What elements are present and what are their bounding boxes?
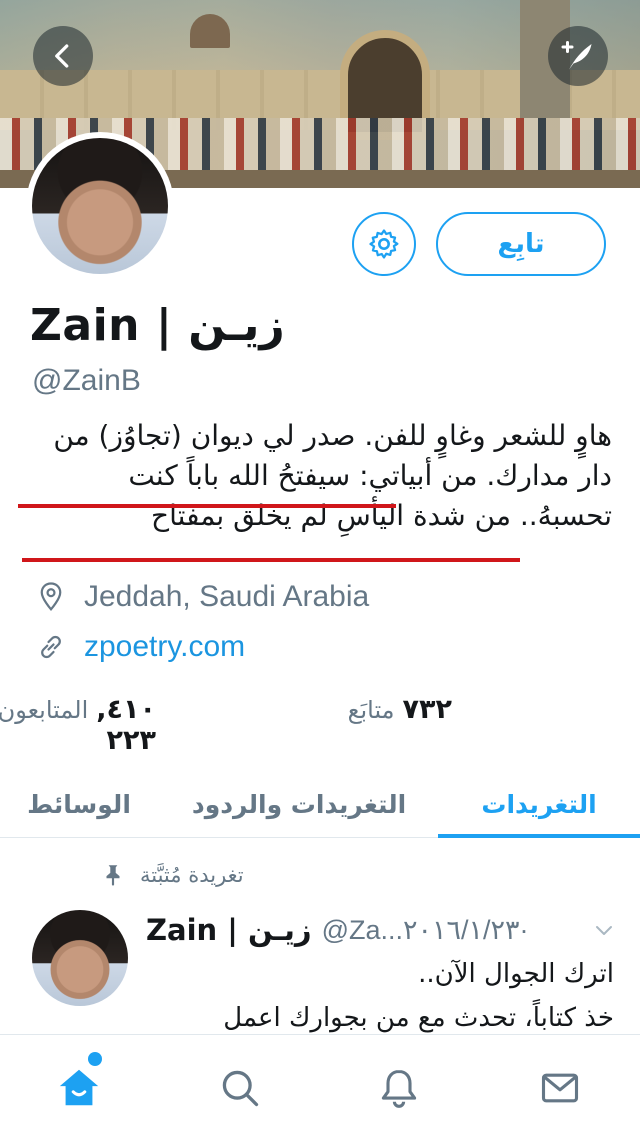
tab-media[interactable]: الوسائط [0, 770, 158, 838]
link-icon [34, 630, 68, 664]
chevron-down-icon[interactable] [592, 918, 616, 942]
location-pin-icon [34, 580, 68, 614]
search-icon [222, 1070, 259, 1107]
nav-search[interactable] [217, 1065, 263, 1111]
gear-icon [369, 229, 399, 259]
tweet-line: اترك الجوال الآن.. [418, 959, 614, 989]
bottom-navigation [0, 1034, 640, 1136]
tweet-author-name[interactable]: Zain | زيـن [146, 913, 312, 947]
pinned-indicator: تغريدة مُثبَّتة [100, 862, 244, 888]
tab-tweets[interactable]: التغريدات [438, 770, 640, 838]
compose-button[interactable] [548, 26, 608, 86]
avatar-image [32, 138, 168, 274]
tweet-header: Zain | زيـن @Za...٢٠١٦/١/٢٣· [146, 910, 616, 950]
followers-count[interactable]: ٤١٠, ٢٢٣ المتابعون [0, 694, 156, 756]
banner-dome [190, 14, 230, 48]
nav-home[interactable] [56, 1065, 102, 1111]
pin-icon [106, 865, 120, 886]
followers-label: المتابعون [0, 696, 89, 724]
bio-line: هاوٍ للشعر وغاوٍ للفن. صدر لي ديوان (تجا… [53, 419, 612, 452]
profile-counts: ٧٣٢ متابَع ٤١٠, ٢٢٣ المتابعون [0, 694, 640, 756]
active-tab-indicator [438, 834, 640, 838]
messages-icon [541, 1073, 579, 1103]
following-number: ٧٣٢ [402, 694, 452, 725]
red-underline-annotation [18, 504, 396, 508]
back-button[interactable] [33, 26, 93, 86]
profile-name: Zain | زيـن [30, 300, 285, 351]
notifications-icon [381, 1069, 417, 1108]
red-underline-annotation [22, 558, 520, 562]
nav-messages[interactable] [537, 1065, 583, 1111]
profile-handle: @ZainB [32, 364, 141, 397]
home-new-indicator [88, 1052, 102, 1066]
bio-line: دار مدارك. من أبياتي: سيفتحُ الله باباً … [128, 459, 612, 492]
bio-line: تحسبهُ.. من شدة اليأسِ لم يخلق بمفتاح [151, 499, 612, 532]
home-icon [59, 1069, 99, 1106]
follow-button[interactable]: تابِع [436, 212, 606, 276]
tweet-avatar-image [32, 910, 128, 1006]
settings-button[interactable] [352, 212, 416, 276]
following-label: متابَع [347, 696, 395, 724]
chevron-left-icon [55, 44, 69, 68]
following-count[interactable]: ٧٣٢ متابَع [348, 694, 452, 725]
tweet-text[interactable]: اترك الجوال الآن.. خذ كتاباً، تحدث مع من… [146, 952, 614, 1040]
profile-bio: هاوٍ للشعر وغاوٍ للفن. صدر لي ديوان (تجا… [18, 416, 612, 536]
tweet-avatar[interactable] [32, 910, 128, 1006]
profile-location: Jeddah, Saudi Arabia [34, 580, 369, 614]
website-link[interactable]: zpoetry.com [84, 630, 245, 664]
tab-tweets-replies[interactable]: التغريدات والردود [170, 770, 428, 838]
tweet-handle-date: @Za...٢٠١٦/١/٢٣· [321, 914, 529, 945]
profile-website[interactable]: zpoetry.com [34, 630, 245, 664]
nav-notifications[interactable] [376, 1065, 422, 1111]
profile-avatar[interactable] [26, 132, 174, 280]
compose-quill-icon [561, 41, 592, 70]
location-text: Jeddah, Saudi Arabia [84, 580, 370, 613]
profile-tabs: التغريدات التغريدات والردود الوسائط [0, 770, 640, 838]
followers-number: ٤١٠, ٢٢٣ [96, 694, 156, 756]
pinned-label: تغريدة مُثبَّتة [140, 863, 244, 887]
